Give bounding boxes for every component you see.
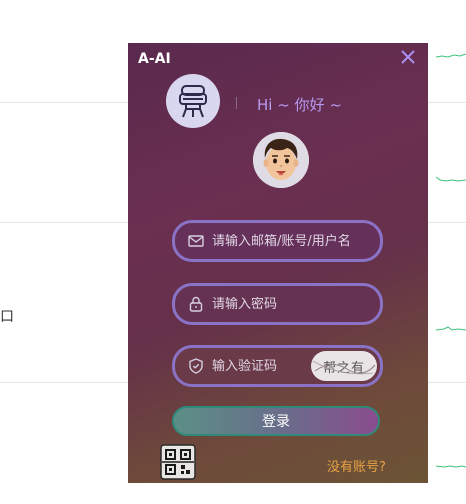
login-button[interactable]: 登录: [172, 406, 380, 436]
email-field[interactable]: [172, 220, 383, 262]
password-field[interactable]: [172, 283, 383, 325]
avatar: [253, 132, 309, 188]
sparkline: [436, 53, 466, 58]
lock-icon: [189, 296, 203, 312]
greeting-text: Hi ~ 你好 ~: [257, 96, 342, 114]
app-logo: [166, 74, 220, 128]
captcha-input[interactable]: [212, 358, 302, 374]
qr-code-icon[interactable]: [160, 444, 196, 480]
bg-side-text: 口: [0, 309, 14, 325]
header-divider: [236, 97, 237, 109]
captcha-image[interactable]: 帮之有: [311, 351, 377, 381]
sparkline: [436, 326, 466, 331]
signup-link[interactable]: 没有账号?: [327, 456, 386, 475]
captcha-field[interactable]: 帮之有: [172, 345, 383, 387]
dialog-title: A-AI: [138, 51, 171, 67]
shield-icon: [189, 358, 203, 374]
login-dialog: A-AI Hi ~ 你好 ~ 请输入邮箱/账号/用户名 输入验证码 帮之有 登录…: [128, 43, 428, 483]
sparkline: [436, 176, 466, 182]
sparkline: [436, 465, 466, 468]
user-avatar-icon: [253, 132, 309, 188]
password-input[interactable]: [212, 296, 372, 312]
robot-logo-icon: [179, 85, 207, 118]
close-icon[interactable]: [398, 47, 418, 67]
captcha-noise: [312, 360, 376, 375]
email-input[interactable]: [212, 233, 372, 249]
mail-icon: [188, 235, 204, 247]
